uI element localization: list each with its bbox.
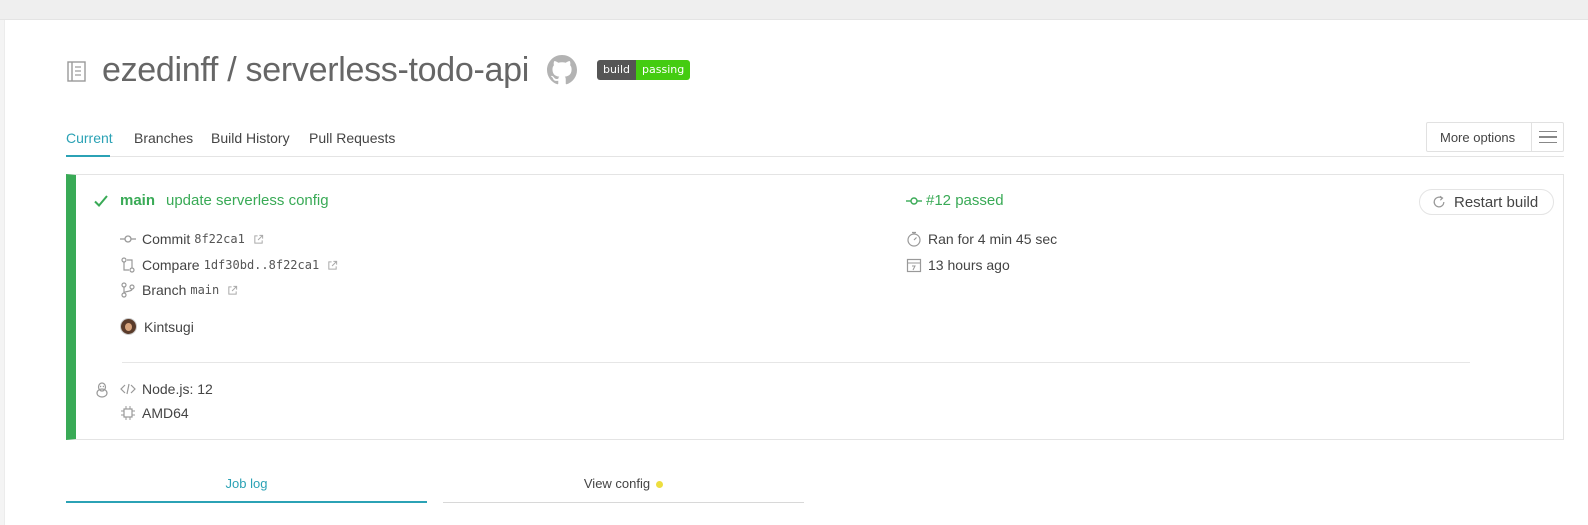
build-number-row: #12 passed (906, 192, 1004, 209)
author-name: Kintsugi (144, 318, 194, 335)
restart-build-button[interactable]: Restart build (1419, 189, 1554, 215)
repo-header: ezedinff / serverless-todo-api build pas… (66, 50, 691, 90)
view-config-label: View config (583, 476, 651, 491)
commit-message: update serverless config (166, 192, 329, 209)
build-duration: Ran for 4 min 45 sec (928, 231, 1058, 247)
cpu-icon (121, 406, 135, 420)
repo-tabs: Current Branches Build History Pull Requ… (66, 122, 1564, 157)
card-divider (122, 362, 1470, 363)
restart-build-label: Restart build (1454, 193, 1539, 211)
repo-icon (67, 61, 86, 82)
tab-view-config[interactable]: View config (443, 476, 804, 503)
compare-label: Compare (142, 257, 200, 273)
calendar-icon (906, 258, 922, 273)
github-icon[interactable] (546, 55, 577, 85)
job-log-label: Job log (225, 476, 268, 491)
repo-title: ezedinff / serverless-todo-api (102, 51, 529, 90)
external-link-icon[interactable] (327, 260, 338, 271)
linux-icon (96, 382, 108, 398)
commit-icon (120, 235, 136, 243)
repo-separator: / (227, 50, 237, 89)
stopwatch-icon (907, 231, 921, 247)
build-number-link[interactable]: #12 passed (926, 192, 1004, 209)
author-row: Kintsugi (120, 318, 194, 335)
config-status-dot (656, 481, 664, 489)
commit-label: Commit (142, 231, 191, 247)
build-branch-link[interactable]: main (120, 192, 155, 209)
avatar (120, 318, 137, 335)
badge-status: passing (636, 60, 691, 80)
language-value: Node.js: 12 (142, 381, 213, 397)
repo-name-link[interactable]: serverless-todo-api (246, 51, 530, 89)
hamburger-icon[interactable] (1531, 123, 1563, 151)
arch-row: AMD64 (120, 405, 189, 421)
branch-row: Branch main (120, 282, 238, 298)
commit-icon (906, 196, 922, 205)
more-options-label: More options (1440, 129, 1516, 145)
badge-label: build (596, 60, 637, 80)
finished-row: 13 hours ago (906, 257, 1010, 273)
build-finished: 13 hours ago (928, 257, 1010, 273)
external-link-icon[interactable] (253, 234, 264, 245)
left-edge (0, 20, 5, 525)
tab-build-history[interactable]: Build History (211, 130, 290, 146)
active-tab-indicator (66, 155, 110, 157)
tab-job-log[interactable]: Job log (66, 476, 427, 503)
compare-range-link[interactable]: 1df30bd..8f22ca1 (204, 258, 320, 272)
arch-value: AMD64 (142, 405, 189, 421)
tab-pull-requests[interactable]: Pull Requests (309, 130, 395, 146)
branch-icon (121, 282, 135, 298)
compare-icon (121, 257, 135, 273)
more-options-button[interactable]: More options (1426, 122, 1564, 152)
build-summary-card: main update serverless config Commit 8f2… (66, 174, 1564, 440)
code-icon (120, 383, 136, 395)
tab-branches[interactable]: Branches (134, 130, 193, 146)
top-bar (0, 0, 1588, 20)
duration-row: Ran for 4 min 45 sec (906, 231, 1057, 247)
build-status-badge[interactable]: build passing (596, 60, 691, 80)
language-row: Node.js: 12 (120, 381, 213, 397)
tab-current[interactable]: Current (66, 130, 113, 146)
compare-row: Compare 1df30bd..8f22ca1 (120, 257, 338, 273)
branch-label: Branch (142, 282, 187, 298)
restart-icon (1433, 195, 1445, 208)
commit-sha-link[interactable]: 8f22ca1 (194, 232, 245, 246)
commit-row: Commit 8f22ca1 (120, 231, 264, 247)
branch-value-link[interactable]: main (190, 283, 219, 297)
external-link-icon[interactable] (227, 285, 238, 296)
repo-owner-link[interactable]: ezedinff (102, 51, 218, 89)
check-icon (94, 195, 108, 207)
